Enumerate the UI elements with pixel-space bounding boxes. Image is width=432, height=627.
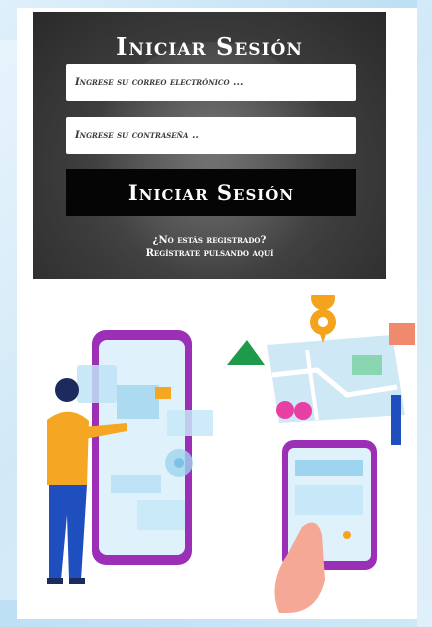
person-pants-icon	[49, 485, 87, 580]
register-question: ¿No estás registrado?	[152, 235, 267, 246]
person-shirt-icon	[47, 411, 89, 485]
person-shoe-icon	[47, 578, 63, 584]
location-pin-center	[318, 317, 328, 327]
register-link[interactable]: Regístrate pulsando aquí	[33, 247, 386, 260]
app-illustration	[47, 295, 415, 613]
museum-icon	[389, 323, 415, 345]
lighthouse-icon	[391, 395, 401, 445]
floating-card-icon	[117, 385, 159, 419]
password-field[interactable]	[66, 117, 356, 154]
theater-mask-icon	[276, 401, 294, 419]
email-field[interactable]	[66, 64, 356, 101]
person-head-icon	[55, 378, 79, 402]
floating-card-icon	[137, 500, 185, 530]
floating-card-icon	[167, 410, 213, 436]
register-prompt: ¿No estás registrado? Regístrate pulsand…	[33, 234, 386, 260]
background-shard	[417, 0, 432, 627]
login-panel: Iniciar Sesión Iniciar Sesión ¿No estás …	[33, 12, 386, 279]
screen-card-icon	[295, 485, 363, 515]
map-phone-illustration	[227, 295, 415, 613]
target-icon-center	[174, 458, 184, 468]
floating-card-icon	[77, 365, 117, 403]
login-button[interactable]: Iniciar Sesión	[66, 169, 356, 216]
person-shoe-icon	[69, 578, 85, 584]
person-with-phone-illustration	[47, 330, 213, 584]
floating-card-icon	[111, 475, 161, 493]
map-park-icon	[352, 355, 382, 375]
note-icon	[155, 387, 171, 399]
background-shard	[0, 40, 18, 600]
screen-dot-icon	[343, 531, 351, 539]
theater-mask-icon	[294, 402, 312, 420]
mountain-icon	[227, 340, 265, 365]
login-title: Iniciar Sesión	[116, 32, 303, 61]
screen-card-icon	[295, 460, 363, 476]
